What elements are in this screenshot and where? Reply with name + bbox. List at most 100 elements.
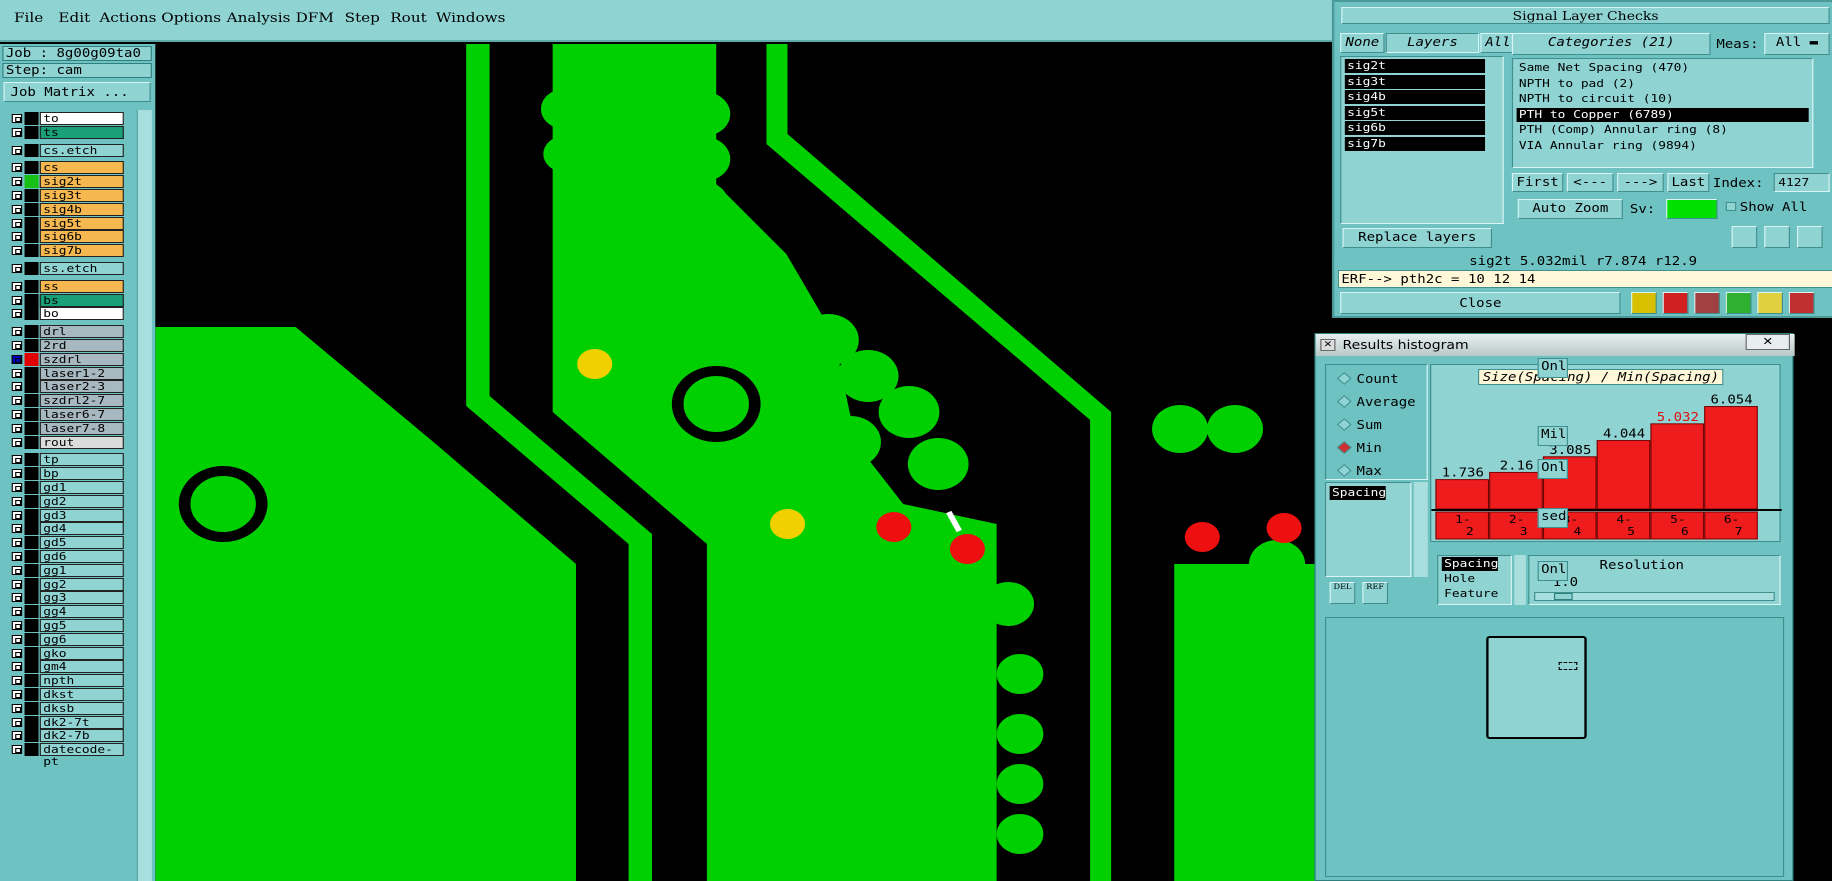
layer-row[interactable]: gg4 [4, 605, 130, 619]
layer-checkbox[interactable] [11, 114, 23, 123]
metric-list[interactable]: Spacing [1324, 482, 1412, 577]
layer-checkbox[interactable] [11, 676, 23, 686]
layer-row[interactable]: datecode-pt [4, 743, 130, 768]
check-layer-list[interactable]: sig2t sig3t sig4b sig5t sig6b sig7b [1340, 56, 1504, 224]
window-menu-icon[interactable]: ✕ [1320, 339, 1336, 351]
layer-row[interactable]: tp [4, 453, 130, 467]
layer-checkbox[interactable] [11, 368, 23, 378]
check-layer-item[interactable]: sig7b [1344, 136, 1486, 151]
layer-color-swatch[interactable] [24, 591, 39, 605]
layer-color-swatch[interactable] [24, 339, 39, 352]
layer-color-swatch[interactable] [24, 230, 39, 244]
layer-row[interactable]: npth [4, 674, 130, 688]
layer-checkbox[interactable] [11, 423, 23, 433]
selector-item[interactable]: Hole [1442, 572, 1475, 586]
tool-icon-2[interactable] [1662, 292, 1689, 314]
layer-checkbox[interactable] [11, 552, 23, 561]
layer-color-swatch[interactable] [24, 632, 39, 646]
layer-row[interactable]: gg2 [4, 577, 130, 591]
layer-row[interactable]: sig4b [4, 202, 130, 216]
layer-color-swatch[interactable] [24, 646, 39, 660]
layer-checkbox[interactable] [11, 579, 23, 589]
layer-color-swatch[interactable] [24, 701, 39, 715]
category-item[interactable]: NPTH to pad (2) [1517, 77, 1809, 91]
layer-row[interactable]: sig6b [4, 230, 130, 244]
layer-color-swatch[interactable] [24, 189, 39, 202]
layer-row[interactable]: sig2t [4, 175, 130, 189]
layer-row[interactable]: gd4 [4, 522, 130, 536]
layer-color-swatch[interactable] [24, 522, 39, 536]
layer-color-swatch[interactable] [24, 421, 39, 435]
layer-color-swatch[interactable] [24, 674, 39, 688]
histogram-bar[interactable] [1435, 479, 1490, 510]
categories-list[interactable]: Same Net Spacing (470) NPTH to pad (2) NPT… [1511, 58, 1814, 168]
layer-row[interactable]: sig3t [4, 189, 130, 202]
layer-checkbox[interactable] [11, 396, 23, 406]
layer-color-swatch[interactable] [24, 125, 39, 139]
close-button[interactable]: Close [1340, 292, 1621, 314]
index-input[interactable]: 4127 [1773, 173, 1830, 192]
layer-row[interactable]: szdrl [4, 352, 130, 366]
histogram-bar[interactable] [1650, 423, 1705, 510]
layer-color-swatch[interactable] [24, 494, 39, 508]
check-layer-item[interactable]: sig6b [1344, 121, 1486, 135]
categories-button[interactable]: Categories (21) [1511, 33, 1711, 55]
layer-color-swatch[interactable] [24, 394, 39, 408]
del-icon[interactable] [1731, 226, 1758, 248]
layer-checkbox[interactable] [11, 524, 23, 534]
last-button[interactable]: Last [1667, 173, 1710, 192]
layer-row[interactable]: dk2-7t [4, 715, 130, 729]
sv-select[interactable] [1666, 199, 1718, 219]
layer-checkbox[interactable] [11, 662, 23, 672]
tool-icon-4[interactable] [1725, 292, 1752, 314]
histogram-icon[interactable] [1788, 292, 1815, 314]
radio-max[interactable]: Max [1336, 464, 1382, 478]
layer-color-swatch[interactable] [24, 508, 39, 522]
menu-step[interactable]: Step [345, 11, 380, 26]
layer-checkbox[interactable] [11, 565, 23, 575]
layer-color-swatch[interactable] [24, 481, 39, 494]
tool-icon-3[interactable] [1694, 292, 1720, 314]
layer-checkbox[interactable] [11, 264, 23, 273]
next-button[interactable]: ---> [1617, 173, 1664, 192]
layer-color-swatch[interactable] [24, 161, 39, 175]
layer-checkbox[interactable] [11, 281, 23, 291]
show-all-checkbox[interactable] [1725, 202, 1737, 211]
layer-color-swatch[interactable] [24, 216, 39, 230]
layer-row[interactable]: laser1-2 [4, 366, 130, 380]
check-layer-item[interactable]: sig2t [1344, 59, 1486, 73]
selector-item[interactable]: Feature [1442, 587, 1498, 601]
layer-color-swatch[interactable] [24, 244, 39, 258]
layer-row[interactable]: drl [4, 325, 130, 339]
layer-checkbox[interactable] [11, 437, 23, 447]
layer-color-swatch[interactable] [24, 743, 39, 757]
menu-rout[interactable]: Rout [390, 11, 426, 26]
layer-row[interactable]: gd6 [4, 550, 130, 563]
menu-analysis[interactable]: Analysis [227, 11, 291, 26]
menu-options[interactable]: Options [161, 11, 221, 26]
metric-item[interactable]: Spacing [1329, 486, 1387, 500]
menu-actions[interactable]: Actions [99, 11, 156, 26]
layer-row[interactable]: ts [4, 125, 130, 139]
menu-dfm[interactable]: DFM [296, 11, 334, 26]
layer-color-swatch[interactable] [24, 605, 39, 619]
all-layers-button[interactable]: All [1480, 33, 1516, 53]
layer-row[interactable]: sig7b [4, 244, 130, 258]
radio-count[interactable]: Count [1336, 372, 1399, 386]
none-button[interactable]: None [1340, 33, 1385, 53]
layer-checkbox[interactable] [11, 717, 23, 727]
layer-checkbox[interactable] [11, 607, 23, 617]
layer-checkbox[interactable] [11, 204, 23, 214]
histogram-bar[interactable] [1596, 440, 1651, 510]
layer-row[interactable]: gd2 [4, 494, 130, 508]
layer-checkbox[interactable] [11, 191, 23, 200]
category-item[interactable]: Same Net Spacing (470) [1517, 61, 1809, 75]
layer-color-swatch[interactable] [24, 366, 39, 380]
layer-color-swatch[interactable] [24, 619, 39, 632]
category-item[interactable]: PTH to Copper (6789) [1516, 107, 1809, 122]
layer-color-swatch[interactable] [24, 536, 39, 550]
layer-color-swatch[interactable] [24, 112, 39, 125]
layer-row[interactable]: to [4, 112, 130, 125]
layer-row[interactable]: gd1 [4, 481, 130, 494]
layer-checkbox[interactable] [11, 690, 23, 699]
